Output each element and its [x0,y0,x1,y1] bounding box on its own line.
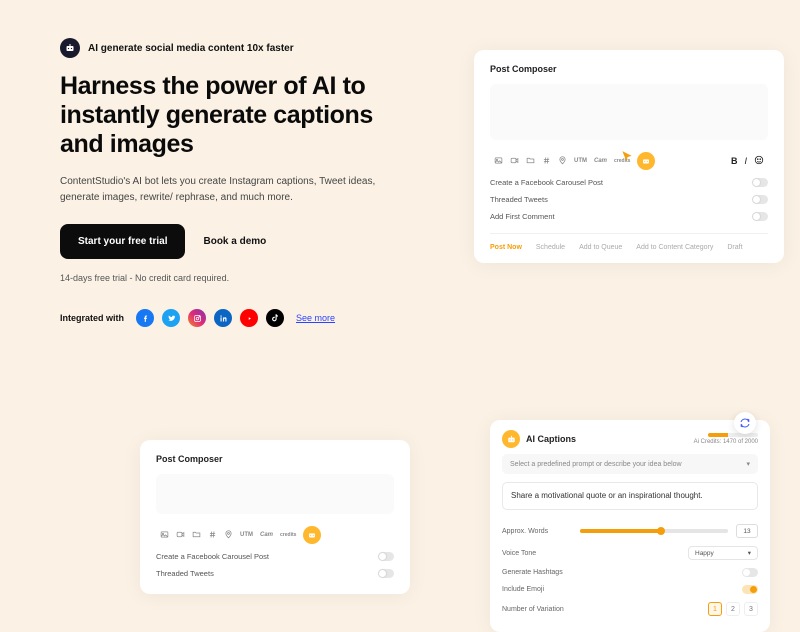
threaded-option-label: Threaded Tweets [156,569,214,578]
threaded-toggle[interactable] [752,195,768,204]
see-more-link[interactable]: See more [296,313,335,323]
media-icon[interactable] [494,156,503,167]
num-variation-label: Number of Variation [502,606,572,613]
utm-button[interactable]: UTM [574,158,587,164]
tagline: AI generate social media content 10x fas… [88,43,294,54]
tab-schedule[interactable]: Schedule [536,244,565,251]
bold-button[interactable]: B [731,156,738,166]
approx-words-label: Approx. Words [502,528,572,535]
threaded-option-label: Threaded Tweets [490,195,548,204]
voice-tone-label: Voice Tone [502,550,572,557]
integrated-label: Integrated with [60,313,124,323]
first-comment-label: Add First Comment [490,212,555,221]
tab-add-category[interactable]: Add to Content Category [636,244,713,251]
generate-hashtags-label: Generate Hashtags [502,569,572,576]
compose-textarea[interactable] [490,84,768,140]
threaded-toggle[interactable] [378,569,394,578]
cam-button[interactable]: Cam [594,158,607,164]
ai-captions-panel: AI Captions Ai Credits: 1470 of 2000 Sel… [490,420,770,632]
headline: Harness the power of AI to instantly gen… [60,72,410,158]
composer-title: Post Composer [156,454,394,464]
hashtag-icon[interactable] [542,156,551,167]
voice-tone-value: Happy [695,550,714,557]
credits-label: credits [280,532,296,538]
variation-2-button[interactable]: 2 [726,602,740,616]
start-trial-button[interactable]: Start your free trial [60,224,185,259]
emoji-button[interactable] [754,155,764,167]
trial-note: 14-days free trial - No credit card requ… [60,273,410,283]
tab-draft[interactable]: Draft [727,244,742,251]
remix-button[interactable] [734,412,756,434]
subtext: ContentStudio's AI bot lets you create I… [60,174,380,206]
utm-button[interactable]: UTM [240,532,253,538]
ai-bot-icon [502,430,520,448]
tab-post-now[interactable]: Post Now [490,244,522,251]
post-composer-card: Post Composer UTM Cam credits B I Create… [474,50,784,263]
credits-text: Ai Credits: 1470 of 2000 [694,439,758,445]
ai-assistant-button[interactable] [637,152,655,170]
carousel-toggle[interactable] [378,552,394,561]
prompt-select[interactable]: Select a predefined prompt or describe y… [502,454,758,474]
tiktok-icon [266,309,284,327]
variation-3-button[interactable]: 3 [744,602,758,616]
folder-icon[interactable] [526,156,535,167]
credits-progress [708,433,758,437]
ai-bot-icon [60,38,80,58]
approx-words-slider[interactable] [580,529,728,533]
ai-captions-title: AI Captions [526,434,576,444]
location-icon[interactable] [558,156,567,167]
youtube-icon [240,309,258,327]
variation-1-button[interactable]: 1 [708,602,722,616]
carousel-option-label: Create a Facebook Carousel Post [156,552,269,561]
twitter-icon [162,309,180,327]
composer-title: Post Composer [490,64,768,74]
prompt-textarea[interactable]: Share a motivational quote or an inspira… [502,482,758,510]
first-comment-toggle[interactable] [752,212,768,221]
include-emoji-label: Include Emoji [502,586,572,593]
location-icon[interactable] [224,530,233,541]
hashtag-icon[interactable] [208,530,217,541]
ai-assistant-button[interactable] [303,526,321,544]
book-demo-button[interactable]: Book a demo [203,236,266,247]
post-composer-card-secondary: Post Composer UTM Cam credits Create a F… [140,440,410,594]
cam-button[interactable]: Cam [260,532,273,538]
italic-button[interactable]: I [744,156,747,166]
generate-hashtags-toggle[interactable] [742,568,758,577]
compose-textarea[interactable] [156,474,394,514]
folder-icon[interactable] [192,530,201,541]
facebook-icon [136,309,154,327]
include-emoji-toggle[interactable] [742,585,758,594]
media-icon[interactable] [160,530,169,541]
credits-label: credits [614,158,630,164]
approx-words-value: 13 [736,524,758,538]
carousel-toggle[interactable] [752,178,768,187]
linkedin-icon [214,309,232,327]
carousel-option-label: Create a Facebook Carousel Post [490,178,603,187]
tab-add-queue[interactable]: Add to Queue [579,244,622,251]
chevron-down-icon: ▾ [746,460,750,468]
instagram-icon [188,309,206,327]
chevron-down-icon: ▾ [748,549,751,557]
video-icon[interactable] [176,530,185,541]
video-icon[interactable] [510,156,519,167]
voice-tone-select[interactable]: Happy ▾ [688,546,758,560]
prompt-select-placeholder: Select a predefined prompt or describe y… [510,461,682,468]
